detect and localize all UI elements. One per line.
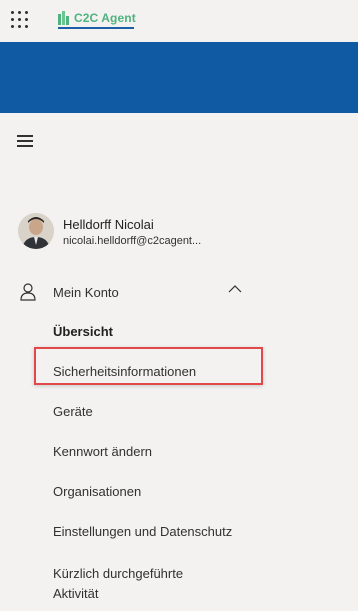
person-icon <box>20 283 36 301</box>
nav-item-kuerzlich-aktivitaet[interactable]: Kürzlich durchgeführte Aktivität <box>53 564 213 604</box>
user-email: nicolai.helldorff@c2cagent... <box>63 235 202 247</box>
nav-item-kennwort-aendern[interactable]: Kennwort ändern <box>53 444 152 459</box>
logo-text: C2C Agent <box>74 11 136 25</box>
nav-item-organisationen[interactable]: Organisationen <box>53 484 141 499</box>
mein-konto-toggle[interactable]: Mein Konto <box>0 278 260 306</box>
building-icon <box>58 11 69 25</box>
mein-konto-label: Mein Konto <box>53 285 119 300</box>
avatar <box>18 213 54 249</box>
hamburger-icon[interactable] <box>17 135 33 147</box>
nav-item-einstellungen-datenschutz[interactable]: Einstellungen und Datenschutz <box>53 524 232 539</box>
nav-item-uebersicht[interactable]: Übersicht <box>53 324 113 339</box>
waffle-icon[interactable] <box>11 11 29 29</box>
nav-item-geraete[interactable]: Geräte <box>53 404 93 419</box>
header-banner <box>0 42 358 113</box>
chevron-up-icon[interactable] <box>228 284 242 294</box>
highlight-box <box>34 347 263 385</box>
top-bar: C2C Agent <box>0 0 358 42</box>
logo-underline <box>58 27 134 29</box>
logo[interactable]: C2C Agent <box>56 8 136 30</box>
user-name: Helldorff Nicolai <box>63 217 154 232</box>
